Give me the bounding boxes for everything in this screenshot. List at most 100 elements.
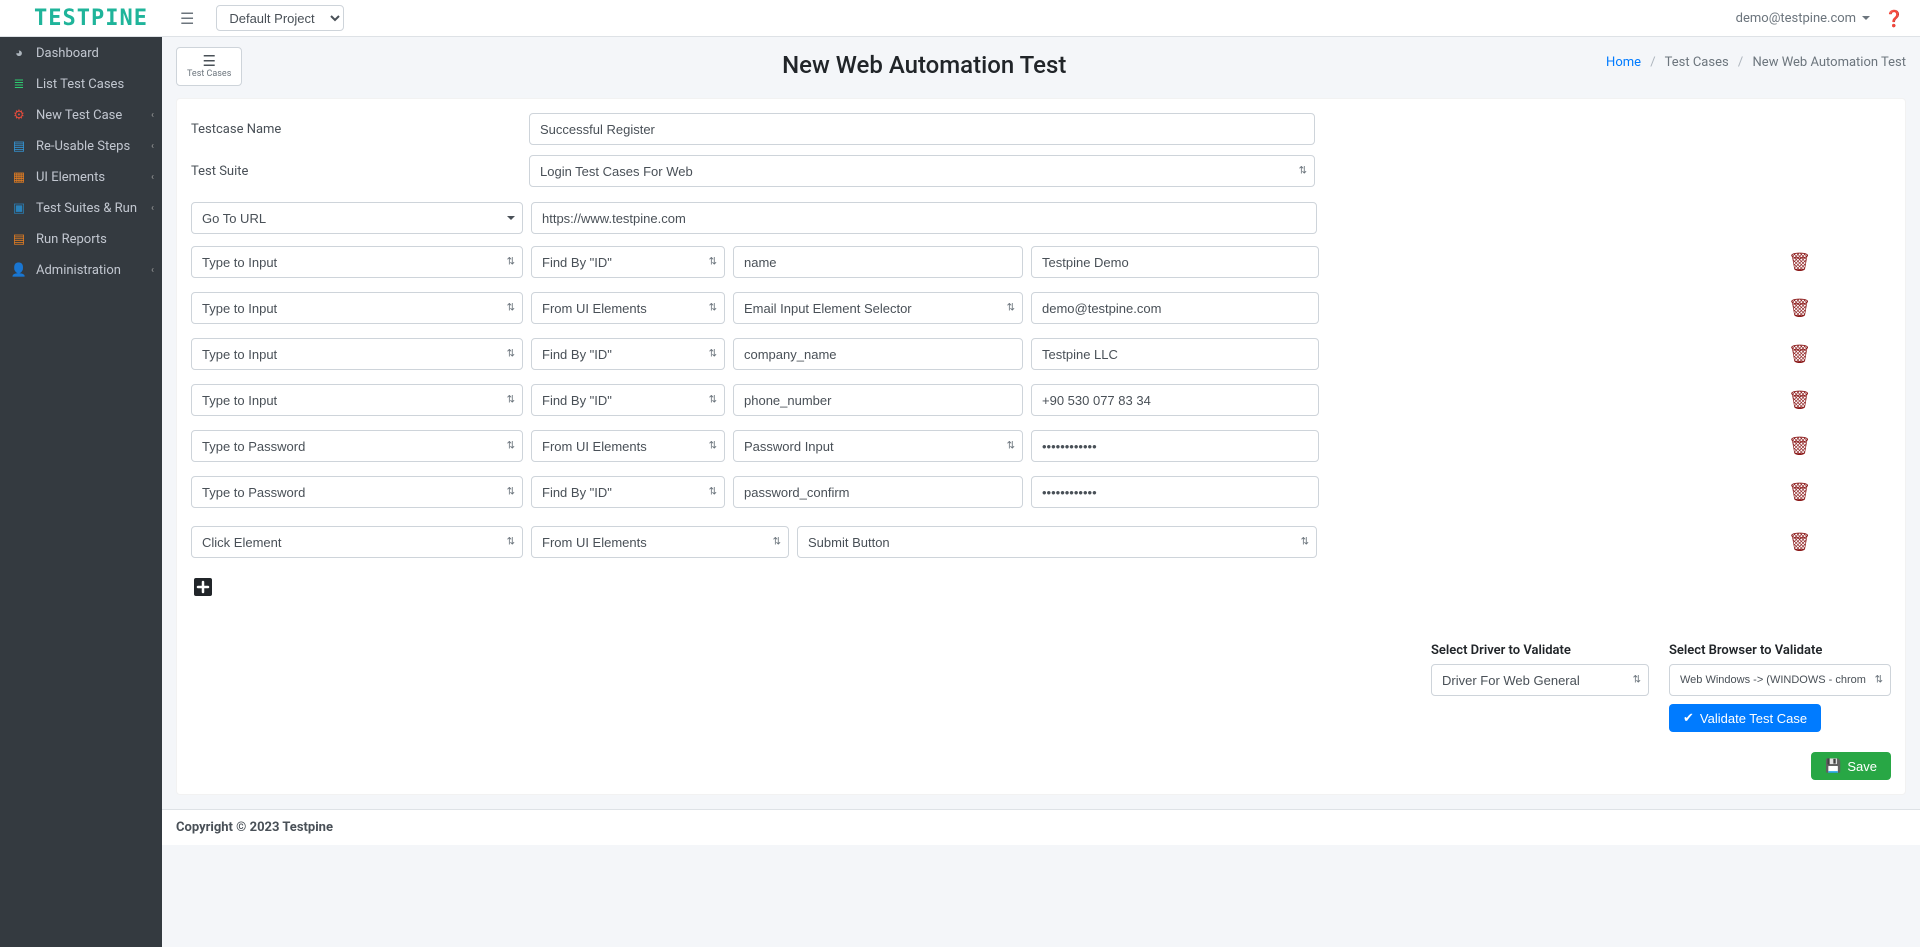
step-value-input[interactable] — [1031, 338, 1319, 370]
chevron-left-icon: ‹ — [151, 141, 154, 152]
trash-icon[interactable]: 🗑 — [1788, 252, 1811, 273]
step-action-select[interactable]: Type to Input — [191, 384, 523, 416]
breadcrumb-home[interactable]: Home — [1606, 55, 1641, 70]
chevron-left-icon: ‹ — [151, 265, 154, 276]
content-header: ☰ Test Cases New Web Automation Test Hom… — [162, 37, 1920, 98]
save-button[interactable]: 💾 Save — [1811, 752, 1891, 780]
sidebar: ◕ Dashboard ≣ List Test Cases ⚙ New Test… — [0, 37, 162, 947]
chevron-left-icon: ‹ — [151, 110, 154, 121]
testcase-name-input[interactable] — [529, 113, 1315, 145]
step-action-select[interactable]: Type to Password — [191, 476, 523, 508]
trash-icon[interactable]: 🗑 — [1788, 298, 1811, 319]
step-value-input[interactable] — [1031, 292, 1319, 324]
breadcrumb-current: New Web Automation Test — [1753, 55, 1906, 70]
driver-select[interactable]: Driver For Web General — [1431, 664, 1649, 696]
step-value-input[interactable] — [1031, 476, 1319, 508]
project-select[interactable]: Default Project — [216, 5, 344, 31]
sidebar-item-ui-elements[interactable]: ▦ UI Elements ‹ — [0, 162, 162, 193]
form-card: Testcase Name Test Suite Login Test Case… — [176, 98, 1906, 795]
user-email: demo@testpine.com — [1736, 11, 1856, 26]
browser-select[interactable]: Web Windows -> (WINDOWS - chrome 116.0) — [1669, 664, 1891, 696]
step-locator-input[interactable] — [733, 338, 1023, 370]
sidebar-item-administration[interactable]: 👤 Administration ‹ — [0, 255, 162, 286]
topbar: TESTPINE ☰ Default Project demo@testpine… — [0, 0, 1920, 37]
step-find-select[interactable]: Find By "ID" — [531, 338, 725, 370]
footer: Copyright © 2023 Testpine — [162, 809, 1920, 845]
sidebar-item-dashboard[interactable]: ◕ Dashboard — [0, 37, 162, 69]
user-menu[interactable]: demo@testpine.com — [1736, 11, 1870, 26]
step-locator-input[interactable] — [733, 476, 1023, 508]
step-action-select[interactable]: Type to Input — [191, 338, 523, 370]
step-value-input[interactable] — [1031, 246, 1319, 278]
label-select-driver: Select Driver to Validate — [1431, 643, 1651, 658]
hamburger-icon[interactable]: ☰ — [172, 5, 202, 32]
save-icon: 💾 — [1825, 758, 1841, 774]
breadcrumb: Home / Test Cases / New Web Automation T… — [1606, 55, 1906, 70]
save-button-label: Save — [1847, 759, 1877, 774]
chevron-left-icon: ‹ — [151, 203, 154, 214]
add-step-icon — [191, 575, 215, 599]
step-find-select[interactable]: Find By "ID" — [531, 246, 725, 278]
goto-url-input[interactable] — [531, 202, 1317, 234]
trash-icon[interactable]: 🗑 — [1788, 532, 1811, 553]
validate-test-case-button[interactable]: ✔ Validate Test Case — [1669, 704, 1821, 732]
step-action-select-click[interactable]: Click Element — [191, 526, 523, 558]
sidebar-item-test-suites-run[interactable]: ▣ Test Suites & Run ‹ — [0, 193, 162, 224]
sidebar-item-run-reports[interactable]: ▤ Run Reports — [0, 224, 162, 255]
sidebar-item-label: Dashboard — [36, 46, 99, 61]
admin-icon: 👤 — [10, 263, 28, 278]
test-suite-select[interactable]: Login Test Cases For Web — [529, 155, 1315, 187]
sidebar-item-label: List Test Cases — [36, 77, 124, 92]
breadcrumb-mid: Test Cases — [1665, 55, 1729, 70]
help-icon[interactable]: ❓ — [1884, 9, 1904, 28]
footer-text: Copyright © 2023 Testpine — [176, 820, 333, 835]
test-cases-button-label: Test Cases — [187, 69, 231, 79]
step-locator-input[interactable] — [733, 384, 1023, 416]
steps-icon: ▤ — [10, 139, 28, 154]
trash-icon[interactable]: 🗑 — [1788, 344, 1811, 365]
step-find-select[interactable]: Find By "ID" — [531, 476, 725, 508]
brand-logo: TESTPINE — [10, 6, 172, 31]
sidebar-item-label: New Test Case — [36, 108, 122, 123]
step-find-select[interactable]: From UI Elements — [531, 292, 725, 324]
page-title: New Web Automation Test — [242, 51, 1606, 79]
step-find-select[interactable]: Find By "ID" — [531, 384, 725, 416]
step-find-select-click[interactable]: From UI Elements — [531, 526, 789, 558]
step-find-select[interactable]: From UI Elements — [531, 430, 725, 462]
reports-icon: ▤ — [10, 232, 28, 247]
sidebar-item-label: Re-Usable Steps — [36, 139, 130, 154]
trash-icon[interactable]: 🗑 — [1788, 482, 1811, 503]
step-action-select[interactable]: Type to Input — [191, 246, 523, 278]
sidebar-item-label: Test Suites & Run — [36, 201, 137, 216]
suites-icon: ▣ — [10, 201, 28, 216]
sidebar-item-label: Administration — [36, 263, 121, 278]
sidebar-item-list-test-cases[interactable]: ≣ List Test Cases — [0, 69, 162, 100]
trash-icon[interactable]: 🗑 — [1788, 436, 1811, 457]
chevron-left-icon: ‹ — [151, 172, 154, 183]
validation-row: Select Driver to Validate Driver For Web… — [191, 643, 1891, 732]
test-cases-button[interactable]: ☰ Test Cases — [176, 47, 242, 86]
ui-icon: ▦ — [10, 170, 28, 185]
content: ☰ Test Cases New Web Automation Test Hom… — [162, 37, 1920, 947]
sidebar-item-reusable-steps[interactable]: ▤ Re-Usable Steps ‹ — [0, 131, 162, 162]
sidebar-item-new-test-case[interactable]: ⚙ New Test Case ‹ — [0, 100, 162, 131]
caret-down-icon — [1862, 16, 1870, 20]
label-test-suite: Test Suite — [191, 164, 519, 179]
trash-icon[interactable]: 🗑 — [1788, 390, 1811, 411]
label-select-browser: Select Browser to Validate — [1669, 643, 1891, 658]
step-value-input[interactable] — [1031, 430, 1319, 462]
step-locator-select[interactable]: Password Input — [733, 430, 1023, 462]
step-element-select-click[interactable]: Submit Button — [797, 526, 1317, 558]
list-icon: ☰ — [187, 54, 231, 69]
sidebar-item-label: UI Elements — [36, 170, 105, 185]
step-locator-input[interactable] — [733, 246, 1023, 278]
step-action-select-goto[interactable]: Go To URL — [191, 202, 523, 234]
check-icon: ✔ — [1683, 710, 1694, 726]
add-step-button[interactable] — [191, 575, 215, 603]
step-action-select[interactable]: Type to Password — [191, 430, 523, 462]
step-locator-select[interactable]: Email Input Element Selector — [733, 292, 1023, 324]
step-action-select[interactable]: Type to Input — [191, 292, 523, 324]
gear-icon: ⚙ — [10, 108, 28, 123]
step-value-input[interactable] — [1031, 384, 1319, 416]
sidebar-item-label: Run Reports — [36, 232, 107, 247]
